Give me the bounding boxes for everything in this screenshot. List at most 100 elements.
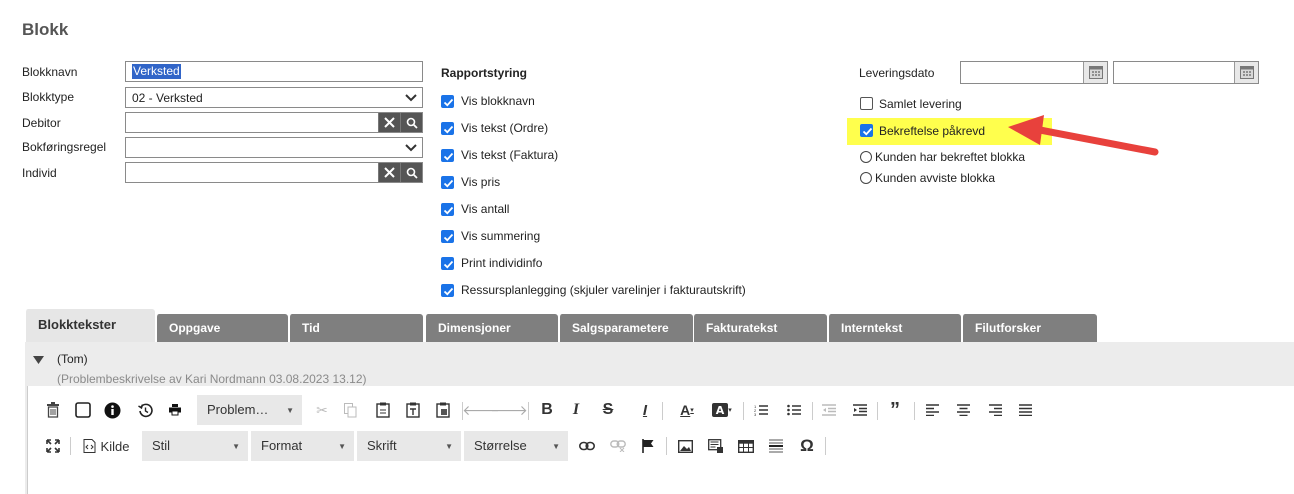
source-icon <box>83 439 96 453</box>
tab-blokktekster[interactable]: Blokktekster <box>25 309 155 342</box>
individ-label: Individ <box>22 166 57 180</box>
radio-bekreftet[interactable] <box>860 151 872 163</box>
embed-icon[interactable] <box>706 437 724 455</box>
table-icon[interactable] <box>737 437 755 455</box>
redo-icon[interactable]: 🡒 <box>490 401 528 419</box>
tab-label: Salgsparametere <box>572 321 669 335</box>
caret-down-icon: ▼ <box>445 442 453 451</box>
tab-label: Tid <box>302 321 320 335</box>
rapport-checkbox[interactable] <box>441 230 454 243</box>
rapport-checkbox-label: Vis tekst (Ordre) <box>461 121 549 135</box>
blokktype-select[interactable]: 02 - Verksted <box>125 87 423 108</box>
image-icon[interactable] <box>676 437 694 455</box>
debitor-input[interactable] <box>125 112 423 133</box>
numbered-list-icon[interactable]: 123 <box>752 401 770 419</box>
remove-format-icon[interactable]: I <box>636 401 654 419</box>
paste-word-icon[interactable] <box>434 401 452 419</box>
strikethrough-icon[interactable]: S <box>599 401 617 419</box>
blockquote-icon[interactable]: ” <box>886 399 904 421</box>
bullet-list-icon[interactable] <box>785 401 803 419</box>
rapport-checkbox-label: Print individinfo <box>461 256 543 270</box>
rapport-checkbox-label: Vis tekst (Faktura) <box>461 148 559 162</box>
undo-icon[interactable]: 🡐 <box>462 401 500 419</box>
indent-icon[interactable] <box>851 401 869 419</box>
size-dropdown-label: Størrelse <box>474 438 527 453</box>
history-icon[interactable] <box>136 401 154 419</box>
info-icon[interactable] <box>103 401 121 419</box>
paste-text-icon[interactable] <box>404 401 422 419</box>
font-dropdown-label: Skrift <box>367 438 397 453</box>
copy-icon[interactable] <box>341 401 359 419</box>
rapport-checkbox-label: Vis summering <box>461 229 541 243</box>
maximize-icon[interactable] <box>44 437 62 455</box>
tab-interntekst[interactable]: Interntekst <box>828 314 961 342</box>
horizontal-line-icon[interactable] <box>767 437 785 455</box>
background-color-icon[interactable]: A ▾ <box>709 401 735 419</box>
blokknavn-input[interactable]: Verksted <box>125 61 423 82</box>
text-color-icon[interactable]: A ▾ <box>674 401 700 419</box>
arrow-annotation-icon <box>1008 115 1159 156</box>
clear-icon[interactable] <box>378 113 400 132</box>
bekreftelse-checkbox[interactable] <box>860 124 873 137</box>
problem-dropdown[interactable]: Problem… ▼ <box>197 395 302 425</box>
format-dropdown[interactable]: Format ▼ <box>251 431 354 461</box>
rapport-checkbox[interactable] <box>441 257 454 270</box>
rapport-checkbox[interactable] <box>441 203 454 216</box>
leveringsdato-from-input[interactable] <box>960 61 1108 84</box>
italic-icon[interactable]: I <box>567 401 585 419</box>
source-button[interactable]: Kilde <box>80 437 132 455</box>
style-dropdown[interactable]: Stil ▼ <box>142 431 248 461</box>
align-left-icon[interactable] <box>923 401 941 419</box>
align-center-icon[interactable] <box>954 401 972 419</box>
style-dropdown-label: Stil <box>152 438 171 453</box>
search-icon[interactable] <box>400 113 422 132</box>
leveringsdato-label: Leveringsdato <box>859 66 935 80</box>
tab-salgsparametere[interactable]: Salgsparametere <box>559 314 693 342</box>
rapport-checkbox[interactable] <box>441 284 454 297</box>
radio-avviste[interactable] <box>860 172 872 184</box>
special-char-icon[interactable]: Ω <box>798 436 816 455</box>
tab-label: Blokktekster <box>38 317 117 332</box>
samlet-levering-label: Samlet levering <box>879 97 962 111</box>
bold-icon[interactable]: B <box>538 401 556 419</box>
individ-input[interactable] <box>125 162 423 183</box>
cut-icon[interactable]: ✂ <box>313 401 331 419</box>
tab-tid[interactable]: Tid <box>289 314 423 342</box>
print-icon[interactable] <box>166 401 184 419</box>
rapport-checkbox-label: Vis pris <box>461 175 501 189</box>
tab-label: Interntekst <box>841 321 903 335</box>
bokforingsregel-label: Bokføringsregel <box>22 140 107 154</box>
tab-filutforsker[interactable]: Filutforsker <box>962 314 1097 342</box>
link-icon[interactable] <box>578 437 596 455</box>
font-dropdown[interactable]: Skrift ▼ <box>357 431 461 461</box>
size-dropdown[interactable]: Størrelse ▼ <box>464 431 568 461</box>
tab-oppgave[interactable]: Oppgave <box>156 314 288 342</box>
flag-icon[interactable] <box>639 437 657 455</box>
samlet-levering-checkbox[interactable] <box>860 97 873 110</box>
align-justify-icon[interactable] <box>1016 401 1034 419</box>
leveringsdato-to-input[interactable] <box>1113 61 1259 84</box>
align-right-icon[interactable] <box>986 401 1004 419</box>
rapport-checkbox-label: Vis blokknavn <box>461 94 535 108</box>
clear-icon[interactable] <box>378 163 400 182</box>
tab-label: Oppgave <box>169 321 221 335</box>
trash-icon[interactable] <box>44 401 62 419</box>
search-icon[interactable] <box>400 163 422 182</box>
tab-dimensjoner[interactable]: Dimensjoner <box>425 314 558 342</box>
collapse-triangle-icon[interactable] <box>33 356 44 364</box>
rapport-checkbox[interactable] <box>441 95 454 108</box>
checkbox-square-icon[interactable] <box>74 401 92 419</box>
rapport-checkbox[interactable] <box>441 149 454 162</box>
paste-icon[interactable] <box>374 401 392 419</box>
outdent-icon[interactable] <box>820 401 838 419</box>
rapport-checkbox[interactable] <box>441 176 454 189</box>
calendar-icon[interactable] <box>1083 62 1107 83</box>
tab-fakturatekst[interactable]: Fakturatekst <box>693 314 827 342</box>
bokforingsregel-select[interactable] <box>125 137 423 158</box>
entry-title: (Tom) <box>57 352 88 366</box>
unlink-icon[interactable] <box>609 437 627 455</box>
rapport-checkbox[interactable] <box>441 122 454 135</box>
tab-label: Fakturatekst <box>706 321 778 335</box>
calendar-icon[interactable] <box>1234 62 1258 83</box>
caret-down-icon: ▼ <box>552 442 560 451</box>
